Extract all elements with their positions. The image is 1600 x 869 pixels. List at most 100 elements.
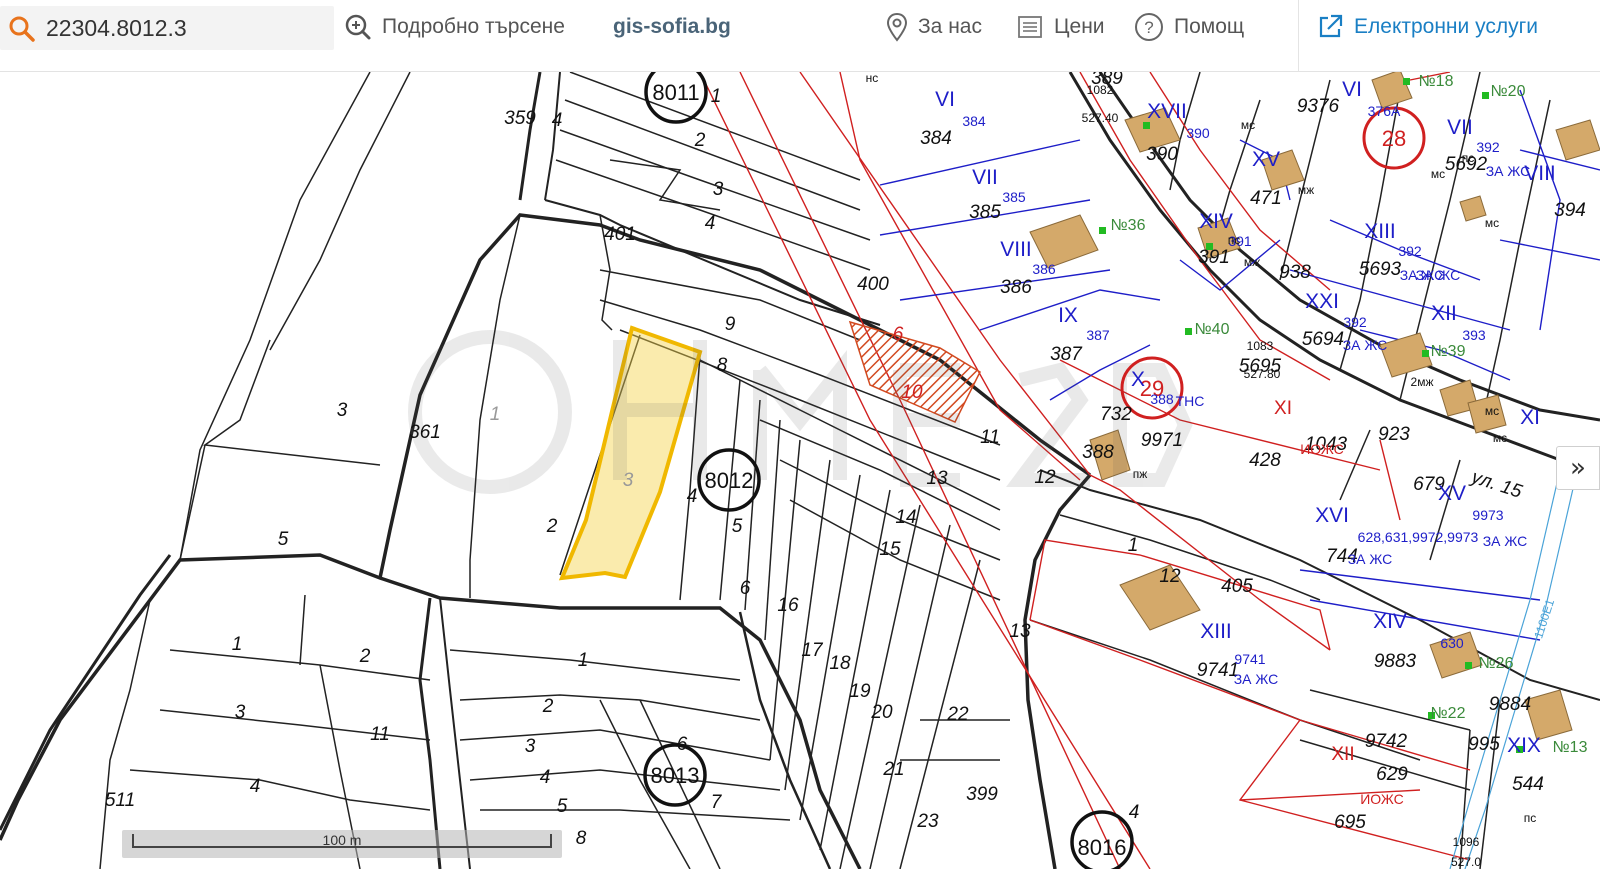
- parcel-number: 4: [552, 110, 563, 131]
- parcel-number: 2: [359, 646, 371, 667]
- address-number: №36: [1111, 217, 1146, 234]
- about-button[interactable]: За нас: [886, 10, 982, 44]
- parcel-number: 14: [895, 507, 916, 528]
- building-type: пс: [1462, 151, 1475, 165]
- plot-ref: 376А: [1368, 103, 1401, 119]
- plot-ref: 388: [1150, 391, 1174, 407]
- scale-label: 100 m: [322, 832, 362, 848]
- scale-bar: 100 m: [122, 830, 562, 858]
- elevation-label: 527.80: [1244, 367, 1281, 381]
- regulation-label: XII: [1331, 744, 1354, 765]
- block-label-28: 28: [1382, 126, 1406, 151]
- advanced-search-button[interactable]: Подробно търсене: [344, 10, 565, 44]
- address-number: №18: [1419, 73, 1454, 90]
- elevation-label: 1096: [1453, 835, 1480, 849]
- plot-ref: 390: [1186, 125, 1210, 141]
- parcel-number: 385: [969, 202, 1001, 223]
- parcel-number: 9: [725, 314, 736, 335]
- toolbar-divider: [1298, 0, 1299, 72]
- zone-label: ЗА ЖС: [1348, 551, 1393, 567]
- parcel-number: 15: [879, 539, 901, 560]
- plot-ref: 9973: [1472, 507, 1503, 523]
- block-label-8013: 8013: [651, 763, 700, 788]
- parcel-number: 544: [1512, 774, 1544, 795]
- parcel-number: 399: [966, 784, 998, 805]
- plot-ref: 392: [1476, 139, 1500, 155]
- parcel-number: 938: [1279, 262, 1311, 283]
- expand-panel-button[interactable]: »: [1556, 446, 1600, 490]
- parcel-number: 511: [105, 790, 135, 811]
- regulation-label: XIX: [1507, 734, 1541, 757]
- plot-ref: 386: [1032, 261, 1056, 277]
- parcel-number: 5693: [1359, 259, 1402, 280]
- plot-ref: 628,631,9972,9973: [1358, 529, 1479, 545]
- map-canvas[interactable]: 8011 8012 8013 8016 28 29 3 361 5 359 4 …: [0, 72, 1600, 869]
- zone-label: ИОЖС: [1360, 791, 1404, 807]
- search-icon[interactable]: [8, 15, 36, 43]
- regulation-label: XV: [1252, 148, 1280, 171]
- zone-label: ЗА ЖС: [1234, 671, 1279, 687]
- parcel-number: 732: [1100, 404, 1132, 425]
- help-button[interactable]: ? Помощ: [1134, 10, 1244, 44]
- plot-ref: 392: [1398, 243, 1422, 259]
- plot-ref: 393: [1462, 327, 1486, 343]
- building-type: мж: [1244, 255, 1260, 269]
- parcel-number: 23: [916, 811, 939, 832]
- help-label: Помощ: [1174, 15, 1245, 38]
- river-code: 1100Е1: [1531, 597, 1557, 640]
- parcel-number: 401: [604, 224, 636, 245]
- building-type: пс: [1228, 233, 1241, 247]
- parcel-number: 9376: [1297, 96, 1340, 117]
- parcel-number: 4: [1129, 802, 1140, 823]
- parcel-number: 12: [1034, 467, 1056, 488]
- building-type: мс: [1241, 118, 1255, 132]
- parcel-number: 9971: [1141, 430, 1183, 451]
- parcel-number: 5: [557, 796, 568, 817]
- building-type: мж: [1298, 183, 1314, 197]
- parcel-number: 361: [409, 422, 441, 443]
- hatched-label: 10: [901, 382, 923, 403]
- regulation-label: VII: [1447, 116, 1473, 139]
- parcel-number: 7: [711, 792, 723, 813]
- search-box[interactable]: [0, 6, 334, 50]
- zone-label: ИОЖС: [1300, 441, 1344, 457]
- parcel-number: 391: [1198, 247, 1230, 268]
- address-number: №40: [1195, 321, 1230, 338]
- parcel-number: 629: [1376, 764, 1408, 785]
- top-toolbar: Подробно търсене gis-sofia.bg За нас Цен…: [0, 0, 1600, 72]
- parcel-number: 9742: [1365, 731, 1408, 752]
- parcel-number: 428: [1249, 450, 1281, 471]
- regulation-label: XI: [1274, 398, 1292, 419]
- parcel-number: 21: [882, 759, 904, 780]
- regulation-label: XVII: [1147, 100, 1187, 123]
- parcel-number: 3: [235, 702, 246, 723]
- parcel-number: 1: [578, 650, 589, 671]
- parcel-number: 2: [542, 696, 554, 717]
- plot-ref: 630: [1440, 635, 1464, 651]
- regulation-label: XV: [1438, 482, 1466, 505]
- building-type: пж: [1133, 467, 1148, 481]
- parcel-number: 6: [677, 734, 688, 755]
- building-type: мс: [1493, 431, 1507, 445]
- building-type: пс: [1524, 811, 1537, 825]
- block-label-8011: 8011: [652, 80, 699, 105]
- parcel-number: 923: [1378, 424, 1410, 445]
- parcel-number: 1: [711, 86, 722, 107]
- prices-button[interactable]: Цени: [1016, 10, 1105, 44]
- elevation-label: 1082: [1087, 83, 1114, 97]
- parcel-number: 471: [1250, 188, 1282, 209]
- building-type: мс: [1485, 216, 1499, 230]
- eservices-link[interactable]: Електронни услуги: [1316, 10, 1538, 44]
- eservices-label: Електронни услуги: [1354, 15, 1539, 38]
- street-name: ул. 15: [1467, 466, 1525, 503]
- zone-label: ЗА ЖС: [1483, 533, 1528, 549]
- parcel-number: 5: [278, 529, 289, 550]
- selected-parcel[interactable]: [558, 325, 703, 581]
- parcel-number: 390: [1146, 144, 1178, 165]
- search-input[interactable]: [46, 12, 326, 44]
- regulation-label: VII: [972, 166, 998, 189]
- cadastral-map[interactable]: 8011 8012 8013 8016 28 29 3 361 5 359 4 …: [0, 72, 1600, 869]
- brand-link[interactable]: gis-sofia.bg: [613, 10, 731, 44]
- parcel-number: 388: [1082, 442, 1114, 463]
- parcel-number: 11: [980, 427, 1000, 448]
